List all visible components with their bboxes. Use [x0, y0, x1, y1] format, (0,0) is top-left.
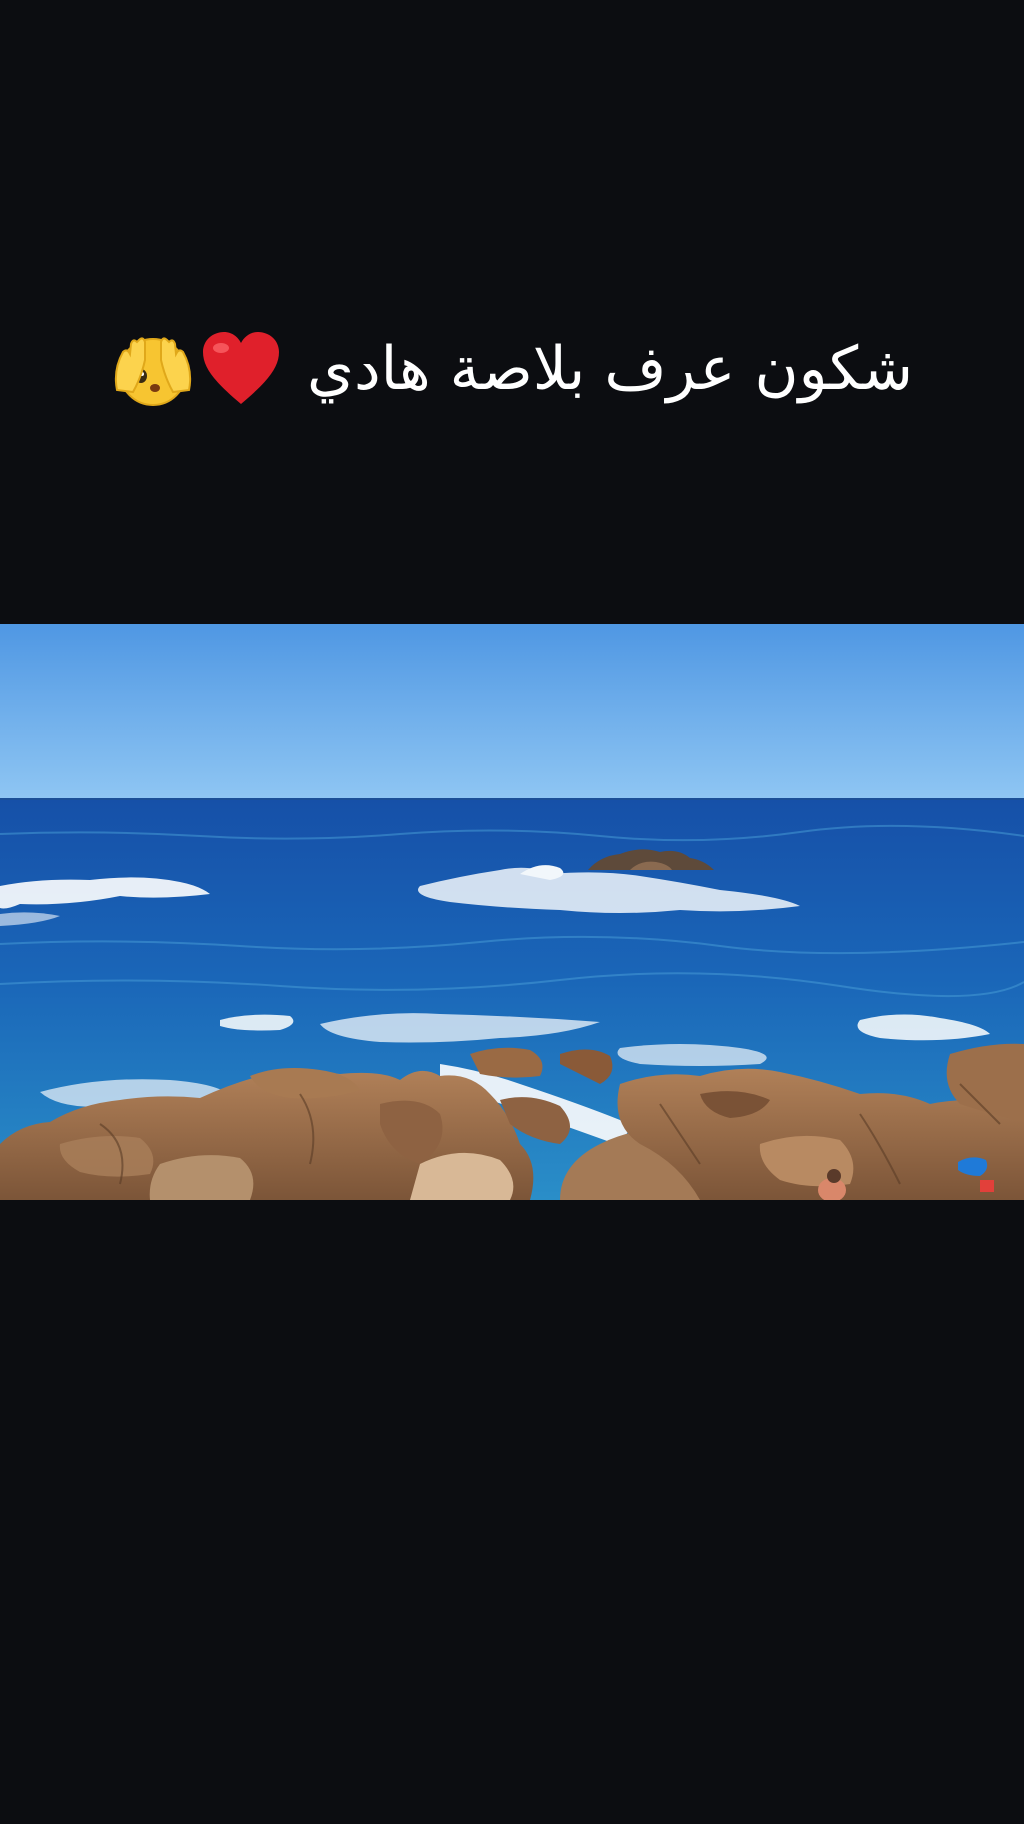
- sea-rocks-scene: [0, 624, 1024, 1200]
- heart-icon: [203, 332, 279, 404]
- face-peeking-hands-icon: [114, 337, 192, 406]
- video-frame[interactable]: [0, 624, 1024, 1200]
- caption-text: شكون عرف بلاصة هادي: [307, 334, 914, 404]
- video-screen: شكون عرف بلاصة هادي: [0, 0, 1024, 1824]
- caption-emoji-group: [111, 330, 283, 408]
- caption-overlay: شكون عرف بلاصة هادي: [0, 330, 1024, 408]
- sky: [0, 624, 1024, 800]
